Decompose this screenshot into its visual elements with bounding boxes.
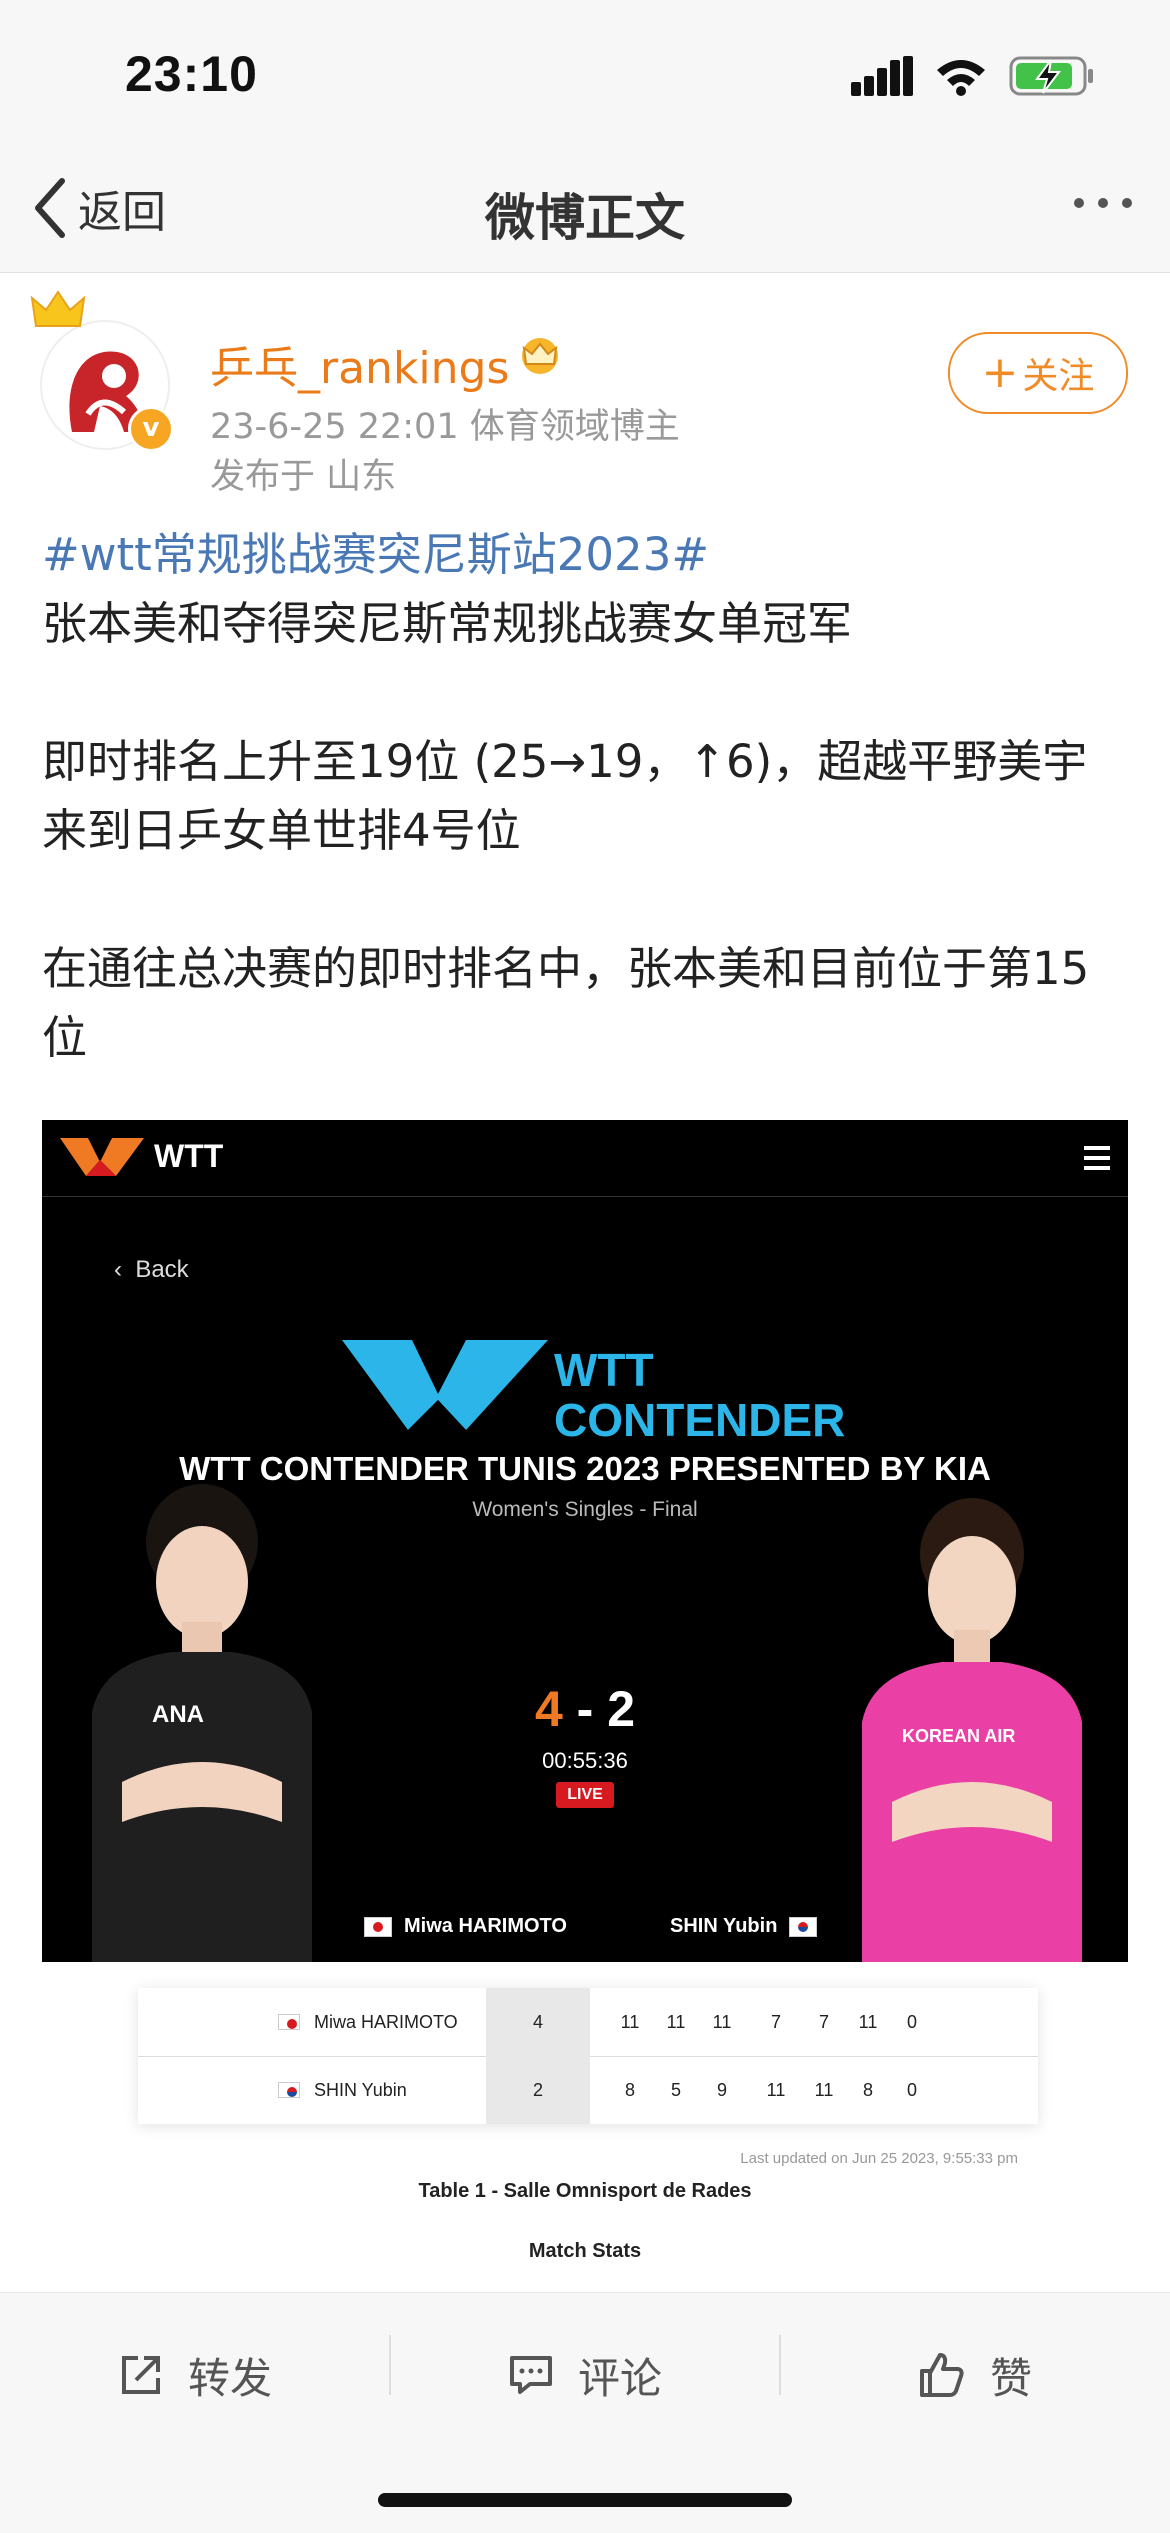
- more-options-button[interactable]: [1074, 198, 1132, 208]
- action-bar: 转发 评论 赞: [0, 2292, 1170, 2533]
- player-right-name: SHIN Yubin: [670, 1915, 818, 1938]
- game-score: 11: [620, 2011, 640, 2032]
- wtt-screenshot: WTT ‹ Back WTT CONTENDER WTT CONTENDER T…: [42, 1120, 1128, 1962]
- home-indicator[interactable]: [378, 2493, 792, 2507]
- post-image[interactable]: WTT ‹ Back WTT CONTENDER WTT CONTENDER T…: [42, 1120, 1128, 2290]
- player-left-label: Miwa HARIMOTO: [404, 1915, 567, 1937]
- nav-bar: 返回 微博正文: [0, 150, 1170, 273]
- battery-charging-icon: [1009, 56, 1093, 96]
- follow-label: 关注: [1022, 356, 1095, 397]
- image-back-label: Back: [135, 1256, 189, 1283]
- live-badge: LIVE: [556, 1782, 614, 1808]
- game-score: 0: [906, 2011, 917, 2032]
- contender-wordmark: WTT CONTENDER: [554, 1345, 845, 1445]
- status-time: 23:10: [125, 46, 258, 102]
- game-score: 8: [862, 2079, 873, 2100]
- game-score: 5: [670, 2079, 681, 2100]
- post-body: #wtt常规挑战赛突尼斯站2023# 张本美和夺得突尼斯常规挑战赛女单冠军 即时…: [42, 520, 1132, 1072]
- wtt-contender-logo-icon: [342, 1340, 548, 1430]
- korea-flag-icon: [278, 2082, 300, 2098]
- comment-label: 评论: [577, 2353, 662, 2403]
- like-button[interactable]: 赞: [780, 2335, 1170, 2415]
- contender-line1: WTT: [554, 1344, 654, 1396]
- thumbs-up-icon: [919, 2353, 964, 2397]
- wifi-icon: [937, 60, 985, 96]
- wtt-header: WTT: [42, 1120, 1128, 1197]
- post-author: v 乒乓_rankings 23-6-25 22:01 体育领域博主 发布于 山…: [0, 290, 1170, 510]
- comment-icon: [509, 2356, 552, 2394]
- table-row: Miwa HARIMOTO 4 11 11 11 7 7 11 0: [138, 1988, 1038, 2057]
- dot-icon: [1074, 198, 1084, 208]
- japan-flag-icon: [278, 2014, 300, 2030]
- post-paragraph: 在通往总决赛的即时排名中，张本美和目前位于第15位: [42, 942, 1090, 1064]
- status-icons: [851, 55, 1095, 97]
- match-stats-heading: Match Stats: [528, 2240, 642, 2262]
- japan-flag-icon: [364, 1916, 392, 1937]
- contender-line2: CONTENDER: [554, 1394, 846, 1446]
- post-meta: 23-6-25 22:01 体育领域博主: [210, 407, 680, 447]
- match-score: 4 - 2: [42, 1680, 1128, 1738]
- comment-button[interactable]: 评论: [390, 2335, 780, 2415]
- player-right-label: SHIN Yubin: [670, 1915, 778, 1937]
- game-score: 8: [624, 2079, 635, 2100]
- signal-icon: [851, 56, 913, 96]
- game-score: 9: [716, 2079, 727, 2100]
- crown-icon: [30, 290, 86, 327]
- score-separator: -: [562, 1681, 608, 1737]
- score-away: 2: [607, 1681, 636, 1737]
- game-score: 11: [712, 2011, 732, 2032]
- game-score: 11: [666, 2011, 686, 2032]
- scoreboard-player: Miwa HARIMOTO: [278, 2012, 458, 2033]
- game-score: 11: [858, 2011, 878, 2032]
- scoreboard-player-name: Miwa HARIMOTO: [314, 2011, 458, 2032]
- hashtag-link[interactable]: #wtt常规挑战赛突尼斯站2023#: [42, 528, 709, 581]
- dot-icon: [1098, 198, 1108, 208]
- game-score: 0: [906, 2079, 917, 2100]
- follow-button[interactable]: + 关注: [948, 332, 1128, 414]
- scoreboard-table: Miwa HARIMOTO 4 11 11 11 7 7 11 0 SHIN Y…: [138, 1988, 1038, 2124]
- table-title: Table 1 - Salle Omnisport de Rades: [418, 2180, 752, 2202]
- status-bar: 23:10: [0, 0, 1170, 150]
- page-title: 微博正文: [485, 189, 685, 247]
- game-score: 11: [814, 2079, 834, 2100]
- repost-button[interactable]: 转发: [0, 2335, 390, 2415]
- table-row: SHIN Yubin 2 8 5 9 11 11 8 0: [138, 2056, 1038, 2124]
- last-updated: Last updated on Jun 25 2023, 9:55:33 pm: [740, 2150, 1018, 2167]
- match-time: 00:55:36: [542, 1748, 628, 1773]
- game-score: 7: [818, 2011, 829, 2032]
- like-label: 赞: [989, 2353, 1032, 2403]
- image-back-link: ‹ Back: [114, 1256, 189, 1283]
- player-left-name: Miwa HARIMOTO: [364, 1915, 567, 1938]
- score-home: 4: [534, 1681, 563, 1737]
- korea-flag-icon: [789, 1916, 818, 1937]
- dot-icon: [1122, 198, 1132, 208]
- post-paragraph: 即时排名上升至19位 (25→19，↑6)，超越平野美宇来到日乒女单世排4号位: [42, 735, 1088, 857]
- author-name[interactable]: 乒乓_rankings: [210, 332, 509, 396]
- post-location: 发布于 山东: [210, 457, 397, 497]
- scoreboard-player-name: SHIN Yubin: [314, 2079, 407, 2100]
- post-line: 张本美和夺得突尼斯常规挑战赛女单冠军: [42, 597, 853, 650]
- game-score: 7: [770, 2011, 781, 2032]
- wtt-brand: WTT: [154, 1138, 224, 1174]
- vip-crown-icon: [522, 338, 558, 374]
- menu-icon: [1084, 1146, 1110, 1176]
- verified-badge: v: [128, 406, 174, 452]
- scoreboard-total: 2: [486, 2056, 590, 2124]
- scoreboard-total: 4: [486, 1988, 590, 2056]
- wtt-logo-icon: [60, 1138, 144, 1176]
- repost-label: 转发: [187, 2353, 272, 2403]
- plus-icon: +: [981, 347, 1019, 398]
- share-icon: [121, 2356, 160, 2394]
- game-score: 11: [766, 2079, 786, 2100]
- scoreboard-player: SHIN Yubin: [278, 2080, 407, 2101]
